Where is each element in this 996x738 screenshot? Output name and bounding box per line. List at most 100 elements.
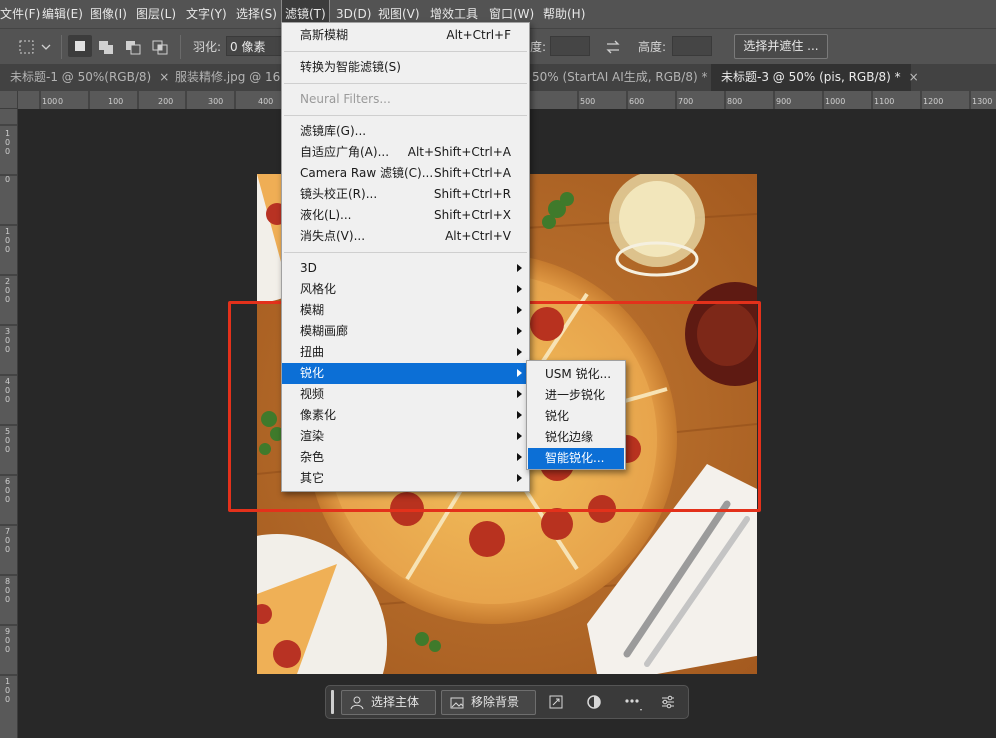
menu-item-sharpen[interactable]: 锐化 bbox=[528, 406, 624, 427]
feather-input[interactable]: 0 像素 bbox=[226, 36, 282, 56]
menu-item-17[interactable]: 扭曲 bbox=[282, 342, 529, 363]
tab-untitled-1[interactable]: 未标题-1 @ 50%(RGB/8) × bbox=[0, 64, 169, 91]
menu-item-19[interactable]: 视频 bbox=[282, 384, 529, 405]
menu-item-18[interactable]: 锐化 bbox=[282, 363, 529, 384]
more-options-icon[interactable] bbox=[623, 694, 643, 717]
menu-item-label: 像素化 bbox=[300, 408, 337, 422]
swap-icon[interactable] bbox=[604, 38, 622, 56]
ruler-label: 200 bbox=[158, 97, 174, 106]
menu-item-label: 转换为智能滤镜(S) bbox=[300, 60, 401, 74]
select-and-mask-button[interactable]: 选择并遮住 ... bbox=[734, 34, 828, 59]
menu-item-usm-sharpen[interactable]: USM 锐化... bbox=[528, 364, 624, 385]
menu-item-9[interactable]: 镜头校正(R)... Shift+Ctrl+R bbox=[282, 184, 529, 205]
ruler-label: 2 0 0 bbox=[5, 277, 11, 304]
menu-item-label: USM 锐化... bbox=[545, 367, 612, 381]
subtract-from-selection-icon[interactable] bbox=[124, 38, 142, 56]
close-icon[interactable]: × bbox=[909, 70, 919, 84]
height-label: 高度: bbox=[638, 40, 667, 54]
menu-item-7[interactable]: 自适应广角(A)... Alt+Shift+Ctrl+A bbox=[282, 142, 529, 163]
menu-item-10[interactable]: 液化(L)... Shift+Ctrl+X bbox=[282, 205, 529, 226]
menu-item-8[interactable]: Camera Raw 滤镜(C)... Shift+Ctrl+A bbox=[282, 163, 529, 184]
submenu-arrow-icon bbox=[517, 432, 522, 440]
menu-type[interactable]: 文字(Y) bbox=[186, 0, 227, 28]
tab-clothing[interactable]: 服装精修.jpg @ 16.7 bbox=[165, 64, 292, 91]
submenu-arrow-icon bbox=[517, 411, 522, 419]
height-input[interactable] bbox=[672, 36, 712, 56]
submenu-arrow-icon bbox=[517, 453, 522, 461]
ruler-label: 100 bbox=[42, 97, 58, 106]
submenu-arrow-icon bbox=[517, 306, 522, 314]
submenu-arrow-icon bbox=[517, 327, 522, 335]
menu-item-14[interactable]: 风格化 bbox=[282, 279, 529, 300]
tab-label: 50% (StartAI AI生成, RGB/8) * bbox=[532, 70, 708, 84]
menu-item-label: 风格化 bbox=[300, 282, 337, 296]
menu-layer[interactable]: 图层(L) bbox=[136, 0, 176, 28]
menu-file[interactable]: 文件(F) bbox=[0, 0, 40, 28]
menu-select[interactable]: 选择(S) bbox=[236, 0, 277, 28]
menu-edit[interactable]: 编辑(E) bbox=[42, 0, 83, 28]
menu-item-sharpen-more[interactable]: 进一步锐化 bbox=[528, 385, 624, 406]
transform-icon[interactable] bbox=[548, 694, 564, 713]
drag-handle[interactable] bbox=[331, 690, 334, 714]
menu-item-label: Camera Raw 滤镜(C)... bbox=[300, 166, 434, 180]
menu-item-22[interactable]: 杂色 bbox=[282, 447, 529, 468]
menu-item-sharpen-edges[interactable]: 锐化边缘 bbox=[528, 427, 624, 448]
menu-item-16[interactable]: 模糊画廊 bbox=[282, 321, 529, 342]
menu-item-smart-sharpen[interactable]: 智能锐化... bbox=[528, 448, 624, 469]
menu-item-15[interactable]: 模糊 bbox=[282, 300, 529, 321]
marquee-tool-icon[interactable] bbox=[18, 38, 36, 56]
menu-item-13[interactable]: 3D bbox=[282, 258, 529, 279]
ruler-label: 1200 bbox=[923, 97, 944, 106]
button-label: 选择主体 bbox=[371, 695, 420, 709]
add-to-selection-icon[interactable] bbox=[97, 38, 115, 56]
menu-item-label: 渲染 bbox=[300, 429, 325, 443]
menu-item-6[interactable]: 滤镜库(G)... bbox=[282, 121, 529, 142]
submenu-arrow-icon bbox=[517, 369, 522, 377]
person-icon bbox=[350, 696, 364, 710]
menu-item-label: 进一步锐化 bbox=[545, 388, 606, 402]
ruler-label: 5 0 0 bbox=[5, 427, 11, 454]
menu-item-shortcut: Alt+Shift+Ctrl+A bbox=[407, 145, 511, 159]
ruler-label: 400 bbox=[258, 97, 274, 106]
ruler-label: 500 bbox=[580, 97, 596, 106]
menu-item-label: 锐化边缘 bbox=[545, 430, 594, 444]
menu-item-23[interactable]: 其它 bbox=[282, 468, 529, 489]
divider bbox=[180, 35, 181, 59]
menu-item-20[interactable]: 像素化 bbox=[282, 405, 529, 426]
new-selection-icon[interactable] bbox=[68, 35, 92, 57]
menu-item-21[interactable]: 渲染 bbox=[282, 426, 529, 447]
ruler-label: 1 0 0 bbox=[5, 677, 11, 704]
submenu-arrow-icon bbox=[517, 474, 522, 482]
menu-item-11[interactable]: 消失点(V)... Alt+Ctrl+V bbox=[282, 226, 529, 247]
menu-help[interactable]: 帮助(H) bbox=[543, 0, 585, 28]
tab-startai[interactable]: 50% (StartAI AI生成, RGB/8) * bbox=[522, 64, 708, 91]
menu-item-label: 液化(L)... bbox=[300, 208, 352, 222]
menu-image[interactable]: 图像(I) bbox=[90, 0, 127, 28]
select-subject-button[interactable]: 选择主体 bbox=[341, 690, 436, 715]
width-input[interactable] bbox=[550, 36, 590, 56]
menu-item-shortcut: Alt+Ctrl+F bbox=[446, 28, 511, 42]
ruler-label: 3 0 0 bbox=[5, 327, 11, 354]
menu-item-2[interactable]: 转换为智能滤镜(S) bbox=[282, 57, 529, 78]
remove-background-button[interactable]: 移除背景 bbox=[441, 690, 536, 715]
settings-sliders-icon[interactable] bbox=[660, 694, 676, 713]
ruler-label: 8 0 0 bbox=[5, 577, 11, 604]
menu-separator bbox=[284, 115, 527, 116]
ruler-label: 700 bbox=[678, 97, 694, 106]
ruler-label: 7 0 0 bbox=[5, 527, 11, 554]
chevron-down-icon[interactable] bbox=[40, 38, 52, 56]
feather-label: 羽化: bbox=[193, 40, 222, 54]
ruler-label: 6 0 0 bbox=[5, 477, 11, 504]
filter-menu: 高斯模糊 Alt+Ctrl+F 转换为智能滤镜(S) Neural Filters..… bbox=[281, 22, 530, 492]
tab-label: 未标题-3 @ 50% (pis, RGB/8) * bbox=[721, 70, 901, 84]
menu-item-label: 镜头校正(R)... bbox=[300, 187, 378, 201]
ruler-left: 1 0 0 0 1 0 0 2 0 0 3 0 0 4 0 0 5 0 0 6 … bbox=[0, 109, 18, 738]
contrast-icon[interactable] bbox=[586, 694, 602, 713]
divider bbox=[61, 35, 62, 59]
ruler-label: 1000 bbox=[825, 97, 846, 106]
intersect-selection-icon[interactable] bbox=[151, 38, 169, 56]
ruler-label: 9 0 0 bbox=[5, 627, 11, 654]
tab-untitled-3[interactable]: 未标题-3 @ 50% (pis, RGB/8) * × bbox=[711, 64, 919, 91]
menu-item-0[interactable]: 高斯模糊 Alt+Ctrl+F bbox=[282, 25, 529, 46]
ruler-label: 800 bbox=[727, 97, 743, 106]
